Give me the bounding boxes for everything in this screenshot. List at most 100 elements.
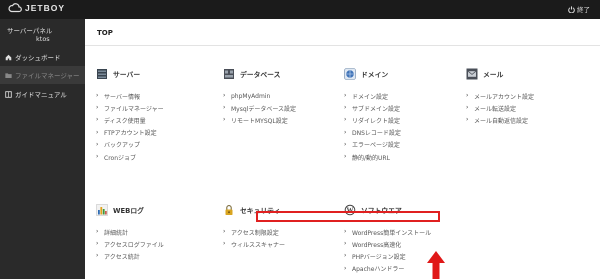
category-label: WEBログ xyxy=(113,207,144,215)
chevron-right-icon: › xyxy=(344,240,347,248)
link-label: リモートMYSQL設定 xyxy=(231,117,288,125)
sidebar-item-label: ダッシュボード xyxy=(15,54,61,62)
chevron-right-icon: › xyxy=(466,116,469,124)
chevron-right-icon: › xyxy=(344,140,347,148)
chevron-right-icon: › xyxy=(223,228,226,236)
category-weblog: WEBログ › 詳細統計 › アクセスログファイル › アクセス統計 xyxy=(96,203,164,263)
link-mail-autoreply[interactable]: › メール自動返信設定 xyxy=(466,114,534,126)
link-label: バックアップ xyxy=(104,142,141,150)
link-wordpress-speedup[interactable]: › WordPress高速化 xyxy=(344,238,431,250)
link-label: ディスク使用量 xyxy=(104,117,146,125)
chevron-right-icon: › xyxy=(96,252,99,260)
mail-icon xyxy=(466,68,478,80)
link-label: メール自動返信設定 xyxy=(474,117,529,125)
chevron-right-icon: › xyxy=(96,140,99,148)
link-label: ウィルススキャナー xyxy=(231,241,286,249)
chevron-right-icon: › xyxy=(96,104,99,112)
link-wordpress-install[interactable]: › WordPress簡単インストール xyxy=(344,226,431,238)
globe-icon xyxy=(344,68,356,80)
category-label: サーバー xyxy=(113,71,141,79)
link-label: エラーページ設定 xyxy=(352,142,400,150)
link-label: ドメイン設定 xyxy=(352,93,389,101)
sidebar-item-label: ファイルマネージャー xyxy=(15,72,80,80)
panel-title: サーバーパネル xyxy=(7,27,53,35)
title-divider xyxy=(85,45,600,46)
chevron-right-icon: › xyxy=(344,228,347,236)
link-cron-job[interactable]: › Cronジョブ xyxy=(96,151,164,163)
link-ftp-account[interactable]: › FTPアカウント設定 xyxy=(96,127,164,139)
category-domain: ドメイン › ドメイン設定 › サブドメイン設定 › リダイレクト設定 › DNSレコー… xyxy=(344,67,401,163)
lock-icon xyxy=(225,205,233,215)
home-icon xyxy=(5,54,12,60)
link-label: Cronジョブ xyxy=(104,154,136,162)
highlight-box xyxy=(256,211,440,222)
link-label: PHPバージョン設定 xyxy=(352,253,406,261)
link-file-manager[interactable]: › ファイルマネージャー xyxy=(96,102,164,114)
link-static-dynamic-url[interactable]: › 静的/動的URL xyxy=(344,151,401,163)
chevron-right-icon: › xyxy=(96,128,99,136)
link-access-stats[interactable]: › アクセス統計 xyxy=(96,250,164,262)
link-label: サーバー情報 xyxy=(104,93,140,101)
chevron-right-icon: › xyxy=(96,153,99,161)
link-label: リダイレクト設定 xyxy=(352,117,401,125)
link-label: 詳細統計 xyxy=(104,229,129,237)
arrow-up-icon xyxy=(427,251,445,279)
link-virus-scanner[interactable]: › ウィルススキャナー xyxy=(223,238,285,250)
link-subdomain-settings[interactable]: › サブドメイン設定 xyxy=(344,102,401,114)
link-mail-forward[interactable]: › メール転送設定 xyxy=(466,102,534,114)
link-label: サブドメイン設定 xyxy=(352,105,401,113)
chevron-right-icon: › xyxy=(344,128,347,136)
link-label: アクセス制限設定 xyxy=(231,229,279,237)
link-label: ファイルマネージャー xyxy=(104,105,164,113)
chevron-right-icon: › xyxy=(223,104,226,112)
folder-icon xyxy=(5,72,12,78)
link-access-log-file[interactable]: › アクセスログファイル xyxy=(96,238,164,250)
link-disk-usage[interactable]: › ディスク使用量 xyxy=(96,114,164,126)
link-remote-mysql[interactable]: › リモートMYSQL設定 xyxy=(223,114,296,126)
link-label: WordPress簡単インストール xyxy=(352,229,432,237)
chevron-right-icon: › xyxy=(96,240,99,248)
link-label: Mysqlデータベース設定 xyxy=(231,105,297,113)
main-content: TOP サーバー › サーバー情報 › ファイルマネージャー › ディスク使用量 › F… xyxy=(85,19,600,279)
category-server: サーバー › サーバー情報 › ファイルマネージャー › ディスク使用量 › FTPアカ… xyxy=(96,67,164,163)
category-database: データベース › phpMyAdmin › Mysqlデータベース設定 › リモートM… xyxy=(223,67,296,127)
link-label: アクセス統計 xyxy=(104,253,140,261)
link-backup[interactable]: › バックアップ xyxy=(96,139,164,151)
link-error-page[interactable]: › エラーページ設定 xyxy=(344,139,401,151)
chevron-right-icon: › xyxy=(466,92,469,100)
link-access-restriction[interactable]: › アクセス制限設定 xyxy=(223,226,285,238)
link-phpmyadmin[interactable]: › phpMyAdmin xyxy=(223,90,296,102)
link-label: phpMyAdmin xyxy=(231,92,271,100)
link-php-version[interactable]: › PHPバージョン設定 xyxy=(344,250,431,262)
category-label: ドメイン xyxy=(361,71,389,79)
link-mysql-settings[interactable]: › Mysqlデータベース設定 xyxy=(223,102,296,114)
category-mail: メール › メールアカウント設定 › メール転送設定 › メール自動返信設定 xyxy=(466,67,534,127)
page-title: TOP xyxy=(97,29,113,37)
chevron-right-icon: › xyxy=(223,92,226,100)
link-detailed-stats[interactable]: › 詳細統計 xyxy=(96,226,164,238)
category-label: データベース xyxy=(240,71,281,79)
chevron-right-icon: › xyxy=(344,92,347,100)
sidebar-item-dashboard[interactable]: ダッシュボード xyxy=(0,48,85,66)
chevron-right-icon: › xyxy=(344,104,347,112)
chevron-right-icon: › xyxy=(96,92,99,100)
link-dns-record[interactable]: › DNSレコード設定 xyxy=(344,127,401,139)
jetboy-logo[interactable]: JETBOY xyxy=(8,2,65,13)
chevron-right-icon: › xyxy=(344,153,347,161)
link-mail-account[interactable]: › メールアカウント設定 xyxy=(466,90,534,102)
logout-label: 終了 xyxy=(577,6,590,14)
sidebar-item-guide-manual[interactable]: ガイドマニュアル xyxy=(0,85,85,103)
link-redirect-settings[interactable]: › リダイレクト設定 xyxy=(344,114,401,126)
logout-button[interactable]: 終了 xyxy=(568,4,590,14)
sidebar-item-label: ガイドマニュアル xyxy=(15,91,67,99)
link-server-info[interactable]: › サーバー情報 xyxy=(96,90,164,102)
link-domain-settings[interactable]: › ドメイン設定 xyxy=(344,90,401,102)
chevron-right-icon: › xyxy=(344,264,347,272)
chevron-right-icon: › xyxy=(223,116,226,124)
link-label: WordPress高速化 xyxy=(352,241,402,249)
top-bar: JETBOY 終了 xyxy=(0,0,600,19)
link-apache-handler[interactable]: › Apacheハンドラー xyxy=(344,263,431,275)
server-icon xyxy=(97,69,107,79)
sidebar-item-file-manager[interactable]: ファイルマネージャー xyxy=(0,66,85,84)
chevron-right-icon: › xyxy=(223,240,226,248)
